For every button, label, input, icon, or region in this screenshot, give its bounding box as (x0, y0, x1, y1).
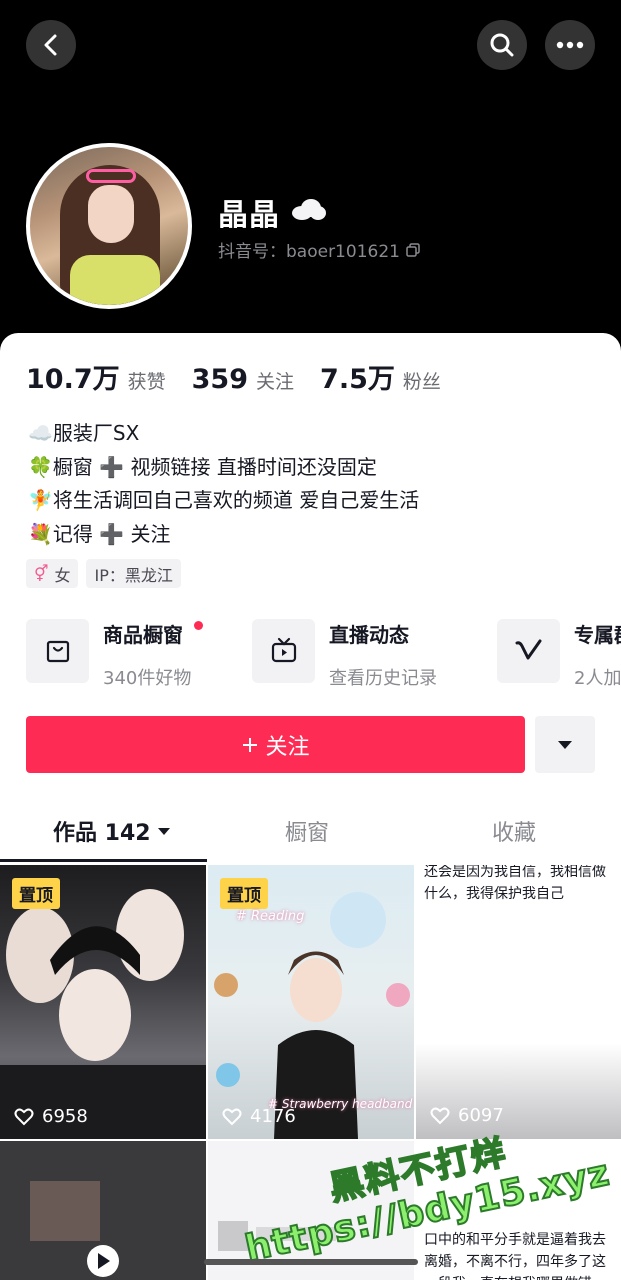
clover-emoji-icon: 🍀 (28, 454, 53, 479)
more-dots-icon (556, 41, 584, 49)
douyin-id[interactable]: 抖音号：baoer101621 (218, 237, 420, 262)
follow-label: 关注 (265, 734, 310, 760)
back-arrow-icon (44, 34, 57, 56)
back-button[interactable] (26, 20, 76, 70)
bio-line: 💐记得 ➕ 关注 (28, 521, 171, 546)
caret-down-icon (157, 827, 170, 835)
profile-tabs: 作品 142 橱窗 收藏 (0, 803, 621, 865)
video-thumbnail[interactable]: 置顶 # Reading # Strawberry headband 4176 (208, 865, 414, 1139)
avatar[interactable] (26, 143, 192, 309)
stat-following[interactable]: 359 关注 (192, 364, 294, 395)
feature-title: 直播动态 (329, 623, 409, 647)
tab-works[interactable]: 作品 142 (53, 815, 171, 847)
heart-icon (430, 1107, 450, 1125)
feature-live[interactable]: 直播动态 查看历史记录 (252, 619, 437, 689)
feature-row: 商品橱窗 340件好物 直播动态 查看历史记录 专属群 2人加入 (26, 619, 621, 689)
bio-line: 🧚将生活调回自己喜欢的频道 爱自己爱生活 (28, 488, 420, 512)
like-count: 6958 (14, 1106, 88, 1127)
stat-followers[interactable]: 7.5万 粉丝 (320, 357, 441, 396)
stat-value: 7.5万 (320, 364, 395, 395)
v-logo-icon (515, 639, 541, 660)
cloud-icon (292, 199, 326, 220)
video-thumbnail[interactable]: 还会是因为我自信，我相信做什么，我得保护我自己 6097 (416, 865, 621, 1139)
search-button[interactable] (477, 20, 527, 70)
feature-title: 商品橱窗 (103, 619, 204, 648)
notification-dot (194, 621, 204, 630)
copy-icon[interactable] (406, 242, 420, 257)
shopping-bag-icon (46, 640, 69, 663)
female-icon: ⚥ (34, 564, 49, 583)
pinned-badge: 置顶 (12, 878, 60, 909)
caret-down-icon (558, 740, 572, 749)
bouquet-emoji-icon: 💐 (28, 521, 53, 546)
profile-tags: ⚥ 女 IP：黑龙江 (26, 559, 181, 588)
bio-line: ☁️服装厂SX (28, 421, 140, 445)
profile-content: 10.7万 获赞 359 关注 7.5万 粉丝 ☁️服装厂SX 🍀橱窗 ➕ 视频… (0, 333, 621, 1280)
thumbnail-text: 口中的和平分手就是逼着我去离婚，不离不行，四年多了这一段我一直在想我哪里做错了，… (424, 1232, 606, 1280)
thumbnail-image (30, 1181, 119, 1277)
like-count: 6097 (430, 1105, 504, 1127)
profile-header: 晶晶 抖音号：baoer101621 (0, 0, 621, 345)
pinned-badge: 置顶 (220, 878, 268, 909)
home-indicator[interactable] (204, 1259, 418, 1265)
feature-subtitle: 2人加入 (574, 668, 621, 689)
feature-title: 专属群 (574, 623, 621, 647)
more-options-button[interactable] (545, 20, 595, 70)
profile-name: 晶晶 (218, 198, 280, 233)
bio: ☁️服装厂SX 🍀橱窗 ➕ 视频链接 直播时间还没固定 🧚将生活调回自己喜欢的频… (28, 417, 419, 551)
tv-icon (271, 637, 296, 663)
fairy-emoji-icon: 🧚 (28, 488, 53, 512)
feature-subtitle: 查看历史记录 (329, 668, 437, 689)
feature-shop-window[interactable]: 商品橱窗 340件好物 (26, 619, 204, 689)
works-grid: 置顶 6958 置顶 # Reading # Strawberry headba… (0, 865, 621, 1280)
stat-value: 359 (191, 364, 249, 395)
bio-line: 🍀橱窗 ➕ 视频链接 直播时间还没固定 (28, 454, 377, 479)
feature-group[interactable]: 专属群 2人加入 (497, 619, 621, 689)
stat-label: 粉丝 (402, 371, 441, 393)
video-overlay-text: # Reading (236, 909, 305, 924)
feature-subtitle: 340件好物 (103, 668, 192, 689)
video-thumbnail[interactable]: 口中的和平分手就是逼着我去离婚，不离不行，四年多了这一段我一直在想我哪里做错了，… (416, 1141, 621, 1280)
heart-icon (14, 1108, 34, 1125)
video-thumbnail[interactable]: 置顶 6958 (0, 865, 206, 1139)
douyin-id-text: 抖音号：baoer101621 (218, 242, 400, 262)
thumbnail-text: 还会是因为我自信，我相信做什么，我得保护我自己 (424, 865, 606, 902)
heart-icon (222, 1108, 242, 1125)
search-icon (490, 33, 514, 57)
stat-value: 10.7万 (26, 364, 120, 395)
video-thumbnail[interactable] (0, 1141, 206, 1280)
plus-icon (243, 737, 258, 752)
recommend-dropdown-button[interactable] (535, 716, 595, 773)
cloud-emoji-icon: ☁️ (28, 421, 53, 445)
active-tab-indicator (0, 859, 207, 862)
stat-label: 关注 (256, 371, 295, 393)
tab-showcase[interactable]: 橱窗 (285, 815, 329, 847)
ip-tag: IP：黑龙江 (86, 559, 181, 588)
stat-label: 获赞 (127, 371, 166, 393)
stats-bar: 10.7万 获赞 359 关注 7.5万 粉丝 (26, 357, 441, 396)
gender-tag: ⚥ 女 (26, 559, 79, 588)
follow-button[interactable]: 关注 (26, 716, 525, 773)
like-count: 4176 (222, 1106, 296, 1127)
stat-likes[interactable]: 10.7万 获赞 (26, 357, 166, 396)
tab-favorites[interactable]: 收藏 (492, 815, 536, 847)
